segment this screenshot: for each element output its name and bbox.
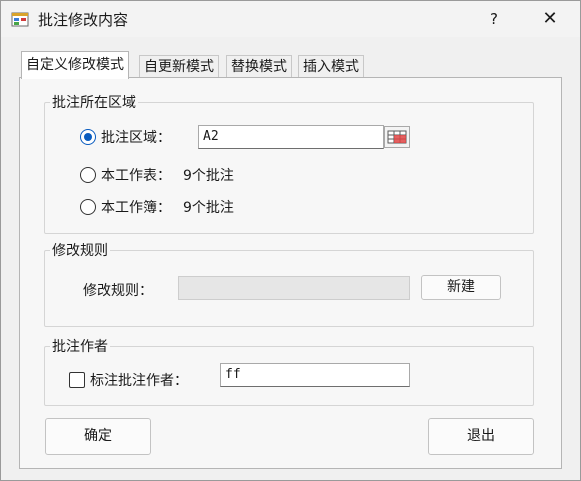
rule-group-legend: 修改规则 — [50, 240, 110, 260]
help-button[interactable]: ? — [479, 7, 509, 31]
tab-custom-modify[interactable]: 自定义修改模式 — [21, 51, 129, 79]
window-title: 批注修改内容 — [38, 11, 129, 29]
mark-author-label: 标注批注作者： — [90, 373, 188, 389]
title-bar: 批注修改内容 ? ✕ — [1, 1, 580, 37]
new-rule-button[interactable]: 新建 — [421, 275, 501, 300]
rule-label: 修改规则： — [83, 283, 153, 299]
author-input[interactable]: ff — [220, 363, 410, 387]
range-select-button[interactable] — [384, 126, 410, 148]
radio-this-sheet-label: 本工作表： — [101, 168, 171, 184]
radio-range-label: 批注区域： — [101, 130, 171, 146]
tab-auto-update[interactable]: 自更新模式 — [139, 55, 219, 78]
app-icon — [11, 12, 29, 27]
rule-input[interactable] — [178, 276, 410, 300]
author-group-legend: 批注作者 — [50, 336, 110, 356]
mark-author-checkbox[interactable] — [69, 372, 85, 388]
range-input[interactable]: A2 — [198, 125, 384, 149]
tab-replace[interactable]: 替换模式 — [226, 55, 292, 78]
this-workbook-count: 9个批注 — [183, 200, 234, 216]
radio-this-workbook[interactable] — [80, 199, 96, 215]
tab-insert[interactable]: 插入模式 — [298, 55, 364, 78]
location-group-legend: 批注所在区域 — [50, 92, 138, 112]
close-button[interactable]: ✕ — [535, 7, 565, 31]
radio-this-workbook-label: 本工作簿： — [101, 200, 171, 216]
tab-panel: 批注所在区域 批注区域： A2 本工作表： 9个批注 本工作簿： 9个批注 修改… — [19, 77, 562, 469]
ok-button[interactable]: 确定 — [45, 418, 151, 455]
range-select-icon — [387, 130, 407, 144]
exit-button[interactable]: 退出 — [428, 418, 534, 455]
radio-range[interactable] — [80, 129, 96, 145]
dialog-window: 批注修改内容 ? ✕ 自定义修改模式 自更新模式 替换模式 插入模式 批注所在区… — [0, 0, 581, 481]
this-sheet-count: 9个批注 — [183, 168, 234, 184]
radio-this-sheet[interactable] — [80, 167, 96, 183]
